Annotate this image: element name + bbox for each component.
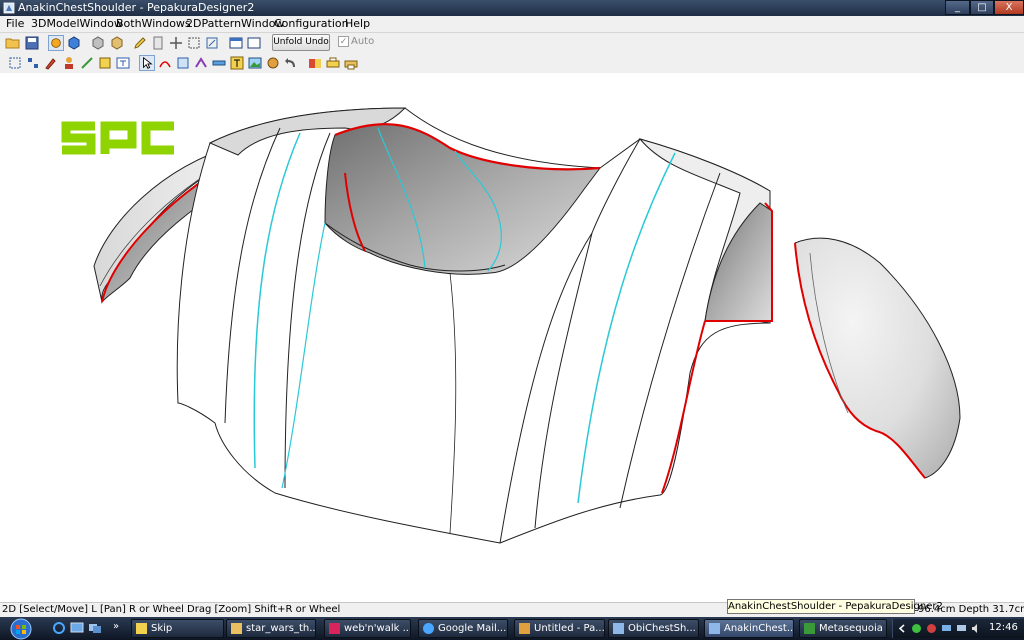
spc-watermark-logo [61,121,174,155]
auto-label: Auto [351,36,375,47]
3d-view-icon[interactable] [48,35,64,51]
pepakura-task-icon [613,623,624,634]
taskbar-button-metasequoia[interactable]: Metasequoia [799,619,887,638]
textured-cube-icon[interactable] [109,35,125,51]
maximize-button[interactable]: □ [970,0,994,15]
taskbar-button-webnwalk[interactable]: web'n'walk ... [324,619,411,638]
network-icon[interactable] [911,623,922,634]
window-alt-icon[interactable] [246,35,262,51]
flap-icon[interactable] [97,55,113,71]
volume-icon[interactable] [971,623,982,634]
system-tray: 12:46 [892,619,1024,638]
taskbar-button-obichest[interactable]: ObiChestSh... [608,619,699,638]
gray-cube-icon[interactable] [90,35,106,51]
print-preview-icon[interactable] [343,55,359,71]
window-icon[interactable] [228,35,244,51]
taskbar-tooltip: AnakinChestShoulder - PepakuraDesigner2 [727,599,943,614]
brush-icon[interactable] [43,55,59,71]
save-disk-icon[interactable] [24,35,40,51]
main-toolbar: Unfold Undo ✓ Auto [0,33,1024,53]
quicklaunch-more[interactable]: » [113,620,119,634]
webnwalk-icon [329,623,340,634]
page-icon[interactable] [150,35,166,51]
clock: 12:46 [989,622,1018,633]
menu-help[interactable]: Help [345,17,370,31]
taskbar-button-star-wars[interactable]: star_wars_th... [226,619,316,638]
select-arrow-icon[interactable] [139,55,155,71]
switch-windows-icon[interactable] [88,621,102,635]
print-pages-icon[interactable] [307,55,323,71]
paint-icon[interactable] [265,55,281,71]
auto-checkbox[interactable]: ✓ [338,36,349,47]
text-tool-icon[interactable] [229,55,245,71]
zoom-fit-icon[interactable] [7,55,23,71]
taskbar-button-untitled-paint[interactable]: Untitled - Pa... [514,619,605,638]
skip-icon [136,623,147,634]
3d-model-viewport[interactable] [0,73,1024,602]
menu-bar: File 3DModelWindow BothWindows 2DPattern… [0,16,1024,33]
taskbar-button-skip[interactable]: Skip [131,619,224,638]
join-icon[interactable] [193,55,209,71]
desktop-quicklaunch-icon[interactable] [70,621,84,635]
browser-icon [423,623,434,634]
menu-file[interactable]: File [6,17,24,31]
paint-app-icon [519,623,530,634]
taskbar-button-google-mail[interactable]: Google Mail... [418,619,508,638]
move-icon[interactable] [168,35,184,51]
security-icon[interactable] [926,623,937,634]
pepakura-active-icon [709,623,720,634]
cube-icon[interactable] [66,35,82,51]
text-frame-icon[interactable] [115,55,131,71]
edit-toolbar [0,53,1024,74]
undo-arrow-icon[interactable] [283,55,299,71]
armor-model-render [61,107,961,544]
line-tool-icon[interactable] [79,55,95,71]
metasequoia-icon [804,623,815,634]
status-hint: 2D [Select/Move] L [Pan] R or Wheel Drag… [2,604,341,615]
ie-quicklaunch-icon[interactable] [52,621,66,635]
pepakura-app-icon [3,2,15,14]
folder-icon [231,623,242,634]
unfold-undo-button[interactable]: Unfold Undo [272,34,330,51]
display-icon[interactable] [956,623,967,634]
minimize-button[interactable]: _ [945,0,970,15]
taskbar: » Skip star_wars_th... web'n'walk ... Go… [0,617,1024,640]
select-icon[interactable] [186,35,202,51]
monitor-icon[interactable] [941,623,952,634]
menu-configuration[interactable]: Configuration [274,17,349,31]
taskbar-button-anakinchest[interactable]: AnakinChest... [704,619,794,638]
image-icon[interactable] [247,55,263,71]
menu-2dpatternwindow[interactable]: 2DPatternWindow [186,17,284,31]
chest-body-piece [176,107,773,544]
close-button[interactable]: X [994,0,1024,15]
right-shoulder-piece [794,237,961,479]
pencil-icon[interactable] [132,35,148,51]
printer-icon[interactable] [325,55,341,71]
person-icon[interactable] [61,55,77,71]
open-folder-icon[interactable] [5,35,21,51]
window-title: AnakinChestShoulder - PepakuraDesigner2 [18,1,255,14]
edit-icon[interactable] [204,35,220,51]
tray-arrow-icon[interactable] [897,623,908,634]
title-bar[interactable]: AnakinChestShoulder - PepakuraDesigner2 … [0,0,1024,16]
ruler-icon[interactable] [211,55,227,71]
arrange-icon[interactable] [25,55,41,71]
menu-3dmodelwindow[interactable]: 3DModelWindow [31,17,123,31]
cut-edge-icon[interactable] [157,55,173,71]
fold-edge-icon[interactable] [175,55,191,71]
start-orb-icon[interactable] [6,618,36,640]
menu-bothwindows[interactable]: BothWindows [116,17,191,31]
